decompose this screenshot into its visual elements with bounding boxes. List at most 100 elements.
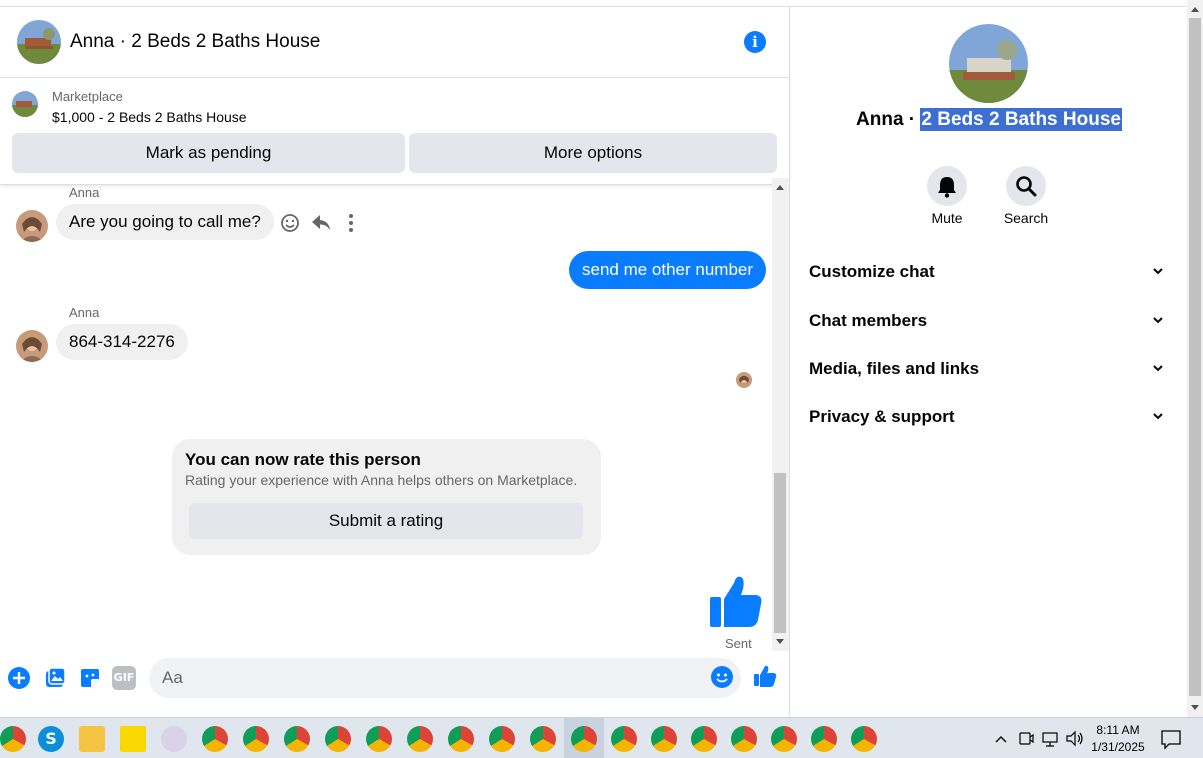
chat-header: Anna · 2 Beds 2 Baths House i: [0, 7, 790, 78]
search-icon: [1016, 176, 1037, 197]
sent-status: Sent: [725, 636, 752, 651]
search-label: Search: [1003, 210, 1049, 226]
network-icon[interactable]: [1040, 718, 1060, 758]
emoji-icon[interactable]: [710, 665, 734, 689]
notification-icon[interactable]: [1160, 718, 1182, 758]
gif-icon[interactable]: GIF: [112, 666, 136, 690]
avatar[interactable]: [16, 210, 48, 242]
info-panel: Anna · 2 Beds 2 Baths House Mute Search …: [791, 7, 1187, 717]
taskbar: S 8:11 AM 1/31/2025: [0, 717, 1203, 758]
chrome-profile-icon[interactable]: [284, 726, 310, 752]
section-label: Customize chat: [809, 262, 935, 281]
chevron-down-icon: [1153, 317, 1163, 324]
clock[interactable]: 8:11 AM 1/31/2025: [1085, 722, 1151, 756]
composer: GIF: [0, 651, 790, 710]
section-label: Media, files and links: [809, 359, 980, 378]
chrome-profile-icon[interactable]: [530, 726, 556, 752]
panel-name-prefix: Anna ·: [856, 109, 921, 130]
listing-title[interactable]: $1,000 - 2 Beds 2 Baths House: [52, 109, 247, 125]
react-icon[interactable]: [279, 212, 301, 234]
listing-avatar[interactable]: [17, 20, 61, 64]
chat-scrollbar[interactable]: [772, 178, 789, 651]
reply-icon[interactable]: [310, 212, 332, 234]
mark-as-pending-button[interactable]: Mark as pending: [12, 133, 405, 173]
panel-name-highlight: 2 Beds 2 Baths House: [920, 108, 1122, 131]
messenger-window: Anna · 2 Beds 2 Baths House i Marketplac…: [0, 0, 1203, 758]
section-label: Chat members: [809, 311, 928, 330]
panel-title: Anna · 2 Beds 2 Baths House: [791, 108, 1187, 131]
mute-button[interactable]: [927, 166, 967, 206]
clock-date: 1/31/2025: [1091, 740, 1145, 754]
message-bubble[interactable]: 864-314-2276: [56, 324, 188, 360]
marketplace-label: Marketplace: [52, 89, 123, 104]
like-send-icon[interactable]: [753, 664, 777, 688]
sticky-notes-icon[interactable]: [120, 726, 146, 752]
scroll-down-arrow[interactable]: [776, 639, 784, 644]
rating-title: You can now rate this person: [185, 450, 421, 469]
scroll-up-arrow[interactable]: [776, 185, 784, 190]
sender-name: Anna: [69, 185, 100, 200]
section-customize-chat[interactable]: Customize chat: [809, 257, 1171, 287]
chrome-profile-icon[interactable]: [489, 726, 515, 752]
page-scrollbar[interactable]: [1187, 0, 1203, 717]
info-icon[interactable]: i: [744, 31, 766, 53]
message-input[interactable]: [149, 658, 741, 698]
photo-icon[interactable]: [43, 666, 67, 690]
bell-icon: [938, 177, 956, 198]
app-icon[interactable]: [161, 726, 187, 752]
rating-subtitle: Rating your experience with Anna helps o…: [185, 472, 578, 488]
chevron-down-icon: [1153, 413, 1163, 420]
listing-avatar-large[interactable]: [949, 24, 1028, 103]
chrome-profile-icon[interactable]: [366, 726, 392, 752]
message-bubble[interactable]: Are you going to call me?: [56, 204, 274, 240]
avatar[interactable]: [16, 330, 48, 362]
skype-icon[interactable]: S: [38, 726, 64, 752]
section-media-files-links[interactable]: Media, files and links: [809, 354, 1171, 384]
chrome-profile-icon[interactable]: [407, 726, 433, 752]
chat-title: Anna · 2 Beds 2 Baths House: [70, 31, 321, 52]
submit-rating-button[interactable]: Submit a rating: [189, 503, 583, 539]
file-explorer-icon[interactable]: [79, 726, 105, 752]
chevron-down-icon: [1153, 268, 1163, 275]
plus-icon[interactable]: [7, 666, 31, 690]
clock-time: 8:11 AM: [1096, 723, 1140, 737]
meet-now-icon[interactable]: [1017, 718, 1035, 758]
chrome-profile-icon[interactable]: [771, 726, 797, 752]
chrome-profile-icon[interactable]: [731, 726, 757, 752]
section-privacy-support[interactable]: Privacy & support: [809, 402, 1171, 432]
chrome-profile-icon[interactable]: [325, 726, 351, 752]
page-scroll-thumb[interactable]: [1189, 18, 1201, 696]
chrome-icon[interactable]: [0, 726, 26, 752]
page-scroll-down-arrow[interactable]: [1191, 705, 1199, 710]
more-options-button[interactable]: More options: [409, 133, 777, 173]
seen-avatar: [736, 372, 752, 388]
page-scroll-up-arrow[interactable]: [1191, 7, 1199, 12]
section-label: Privacy & support: [809, 407, 955, 426]
chevron-down-icon: [1153, 365, 1163, 372]
chrome-profile-icon[interactable]: [611, 726, 637, 752]
like-icon: [710, 576, 762, 627]
search-button[interactable]: [1006, 166, 1046, 206]
rating-card: You can now rate this person Rating your…: [172, 439, 601, 555]
message-bubble-outgoing[interactable]: send me other number: [569, 251, 767, 289]
marketplace-bar: Marketplace $1,000 - 2 Beds 2 Baths Hous…: [0, 78, 790, 185]
chrome-profile-icon[interactable]: [691, 726, 717, 752]
chrome-profile-icon[interactable]: [448, 726, 474, 752]
chrome-profile-icon[interactable]: [651, 726, 677, 752]
top-strip: [0, 0, 1187, 7]
sender-name: Anna: [69, 305, 100, 320]
section-chat-members[interactable]: Chat members: [809, 306, 1171, 336]
chrome-profile-icon[interactable]: [571, 726, 597, 752]
sticker-icon[interactable]: [78, 666, 102, 690]
chrome-profile-icon[interactable]: [243, 726, 269, 752]
chrome-profile-icon[interactable]: [811, 726, 837, 752]
volume-icon[interactable]: [1064, 718, 1084, 758]
mute-label: Mute: [931, 210, 963, 226]
chrome-profile-icon[interactable]: [202, 726, 228, 752]
chevron-up-icon[interactable]: [993, 718, 1009, 758]
scroll-thumb[interactable]: [774, 473, 786, 633]
listing-thumbnail[interactable]: [12, 91, 38, 117]
more-icon[interactable]: [340, 212, 362, 234]
message-list: Anna Are you going to call me? send me o…: [0, 178, 772, 651]
chrome-profile-icon[interactable]: [851, 726, 877, 752]
